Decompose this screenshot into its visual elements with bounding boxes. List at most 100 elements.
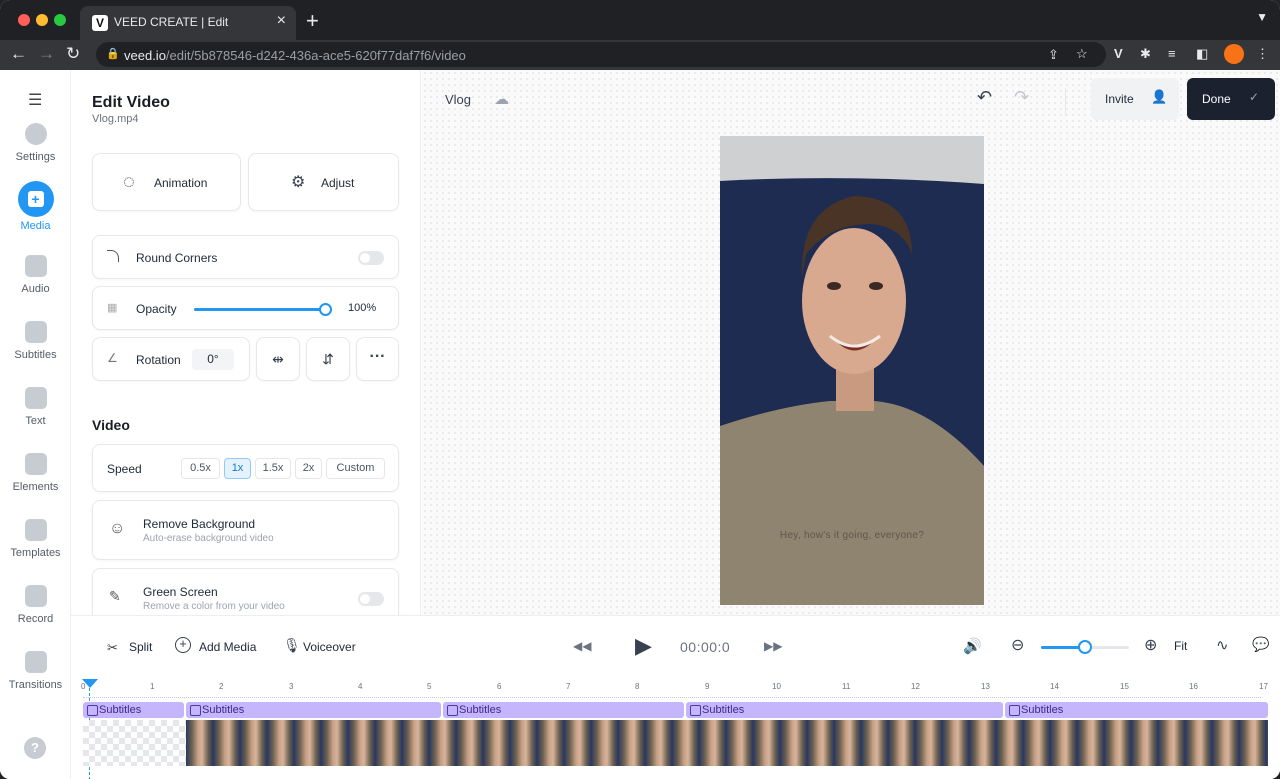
speed-label: Speed xyxy=(107,462,142,476)
color-picker-icon: ✎ xyxy=(109,588,121,604)
play-button[interactable]: ▶ xyxy=(635,633,652,659)
close-window-button[interactable] xyxy=(18,14,30,26)
subtitle-track-clip[interactable]: Subtitles xyxy=(83,702,184,718)
speed-option-2x[interactable]: 2x xyxy=(295,458,322,479)
redo-icon[interactable]: ↷ xyxy=(1014,87,1029,108)
comments-icon[interactable]: 💬 xyxy=(1252,636,1269,653)
rotation-input[interactable]: 0° xyxy=(192,349,234,370)
close-tab-icon[interactable]: × xyxy=(277,12,286,30)
panel-title: Edit Video xyxy=(92,94,170,111)
help-icon[interactable]: ? xyxy=(24,737,46,759)
invite-button[interactable]: Invite 👤 xyxy=(1091,78,1179,120)
opacity-row: ▦ Opacity 100% xyxy=(92,286,399,330)
url-field[interactable]: 🔒 veed.io/edit/5b878546-d242-436a-ace5-6… xyxy=(96,42,1106,67)
zoom-slider-handle[interactable] xyxy=(1078,640,1092,654)
browser-tab[interactable]: V VEED CREATE | Edit × xyxy=(80,6,296,40)
sidebar-item-media[interactable]: + Media xyxy=(0,181,71,232)
flip-vertical-icon: ⇵ xyxy=(322,351,334,367)
speed-option-1-5x[interactable]: 1.5x xyxy=(255,458,291,479)
speed-option-custom[interactable]: Custom xyxy=(326,458,385,479)
speed-option-1x[interactable]: 1x xyxy=(224,458,251,479)
split-button[interactable]: Split xyxy=(129,640,152,654)
forward-arrow-icon[interactable]: → xyxy=(38,44,55,64)
share-icon[interactable]: ⇪ xyxy=(1048,47,1059,63)
ruler-tick: 13 xyxy=(981,682,990,691)
fast-forward-icon[interactable]: ▶▶ xyxy=(764,639,782,653)
sidebar-item-audio[interactable]: Audio xyxy=(0,255,71,295)
record-icon xyxy=(24,585,47,607)
bookmark-star-icon[interactable]: ☆ xyxy=(1076,46,1088,62)
flip-horizontal-button[interactable]: ⇹ xyxy=(256,337,300,381)
sidebar-item-settings[interactable]: Settings xyxy=(0,123,71,163)
done-button[interactable]: Done ✓ xyxy=(1187,78,1275,120)
remove-background-row[interactable]: ☺ Remove Background Auto-erase backgroun… xyxy=(92,500,399,560)
round-corners-toggle[interactable] xyxy=(358,251,384,265)
music-note-icon xyxy=(24,255,47,277)
maximize-window-button[interactable] xyxy=(54,14,66,26)
speed-option-0-5x[interactable]: 0.5x xyxy=(181,458,220,479)
undo-icon[interactable]: ↶ xyxy=(977,87,992,108)
video-preview[interactable]: Hey, how's it going, everyone? xyxy=(720,136,984,605)
playhead[interactable] xyxy=(82,679,98,688)
sidebar-item-label: Record xyxy=(17,613,54,625)
zoom-in-icon[interactable]: ⊕ xyxy=(1144,635,1157,655)
round-corners-icon xyxy=(107,250,119,262)
subtitle-caption[interactable]: Hey, how's it going, everyone? xyxy=(720,530,984,541)
opacity-icon: ▦ xyxy=(107,302,118,314)
speed-row: Speed 0.5x 1x 1.5x 2x Custom xyxy=(92,444,399,492)
add-media-button[interactable]: Add Media xyxy=(199,640,256,654)
ruler-tick: 6 xyxy=(497,682,502,691)
extensions-puzzle-icon[interactable]: ✱ xyxy=(1140,46,1151,62)
project-name[interactable]: Vlog xyxy=(445,92,471,107)
animation-button[interactable]: ◌ Animation xyxy=(92,153,241,211)
sidebar-toggle-icon[interactable]: ◧ xyxy=(1196,46,1208,62)
green-screen-row: ✎ Green Screen Remove a color from your … xyxy=(92,568,399,615)
sidebar-item-record[interactable]: Record xyxy=(0,585,71,625)
sidebar-item-subtitles[interactable]: Subtitles xyxy=(0,321,71,361)
flip-horizontal-icon: ⇹ xyxy=(272,351,284,367)
media-queue-icon[interactable]: ≡ xyxy=(1168,46,1176,61)
subtitle-track-clip[interactable]: Subtitles xyxy=(686,702,1003,718)
timeline-ruler[interactable] xyxy=(83,692,1261,698)
url-host: veed.io xyxy=(124,48,166,63)
gear-icon xyxy=(24,123,47,145)
volume-icon[interactable]: 🔊 xyxy=(963,637,982,655)
back-arrow-icon[interactable]: ← xyxy=(10,44,27,64)
ruler-tick: 16 xyxy=(1189,682,1198,691)
minimize-window-button[interactable] xyxy=(36,14,48,26)
text-icon xyxy=(24,387,47,409)
green-screen-toggle[interactable] xyxy=(358,592,384,606)
video-clip-filmstrip[interactable] xyxy=(186,720,1268,766)
ruler-tick: 11 xyxy=(842,682,851,691)
tab-search-chevron-icon[interactable]: ▼ xyxy=(1256,10,1268,24)
ruler-tick: 8 xyxy=(635,682,640,691)
reload-icon[interactable]: ↻ xyxy=(66,44,80,64)
waveform-icon[interactable]: ∿ xyxy=(1216,636,1229,654)
profile-avatar[interactable] xyxy=(1224,44,1244,64)
subtitle-track-clip[interactable]: Subtitles xyxy=(186,702,441,718)
opacity-slider[interactable] xyxy=(194,303,332,316)
fit-button[interactable]: Fit xyxy=(1174,639,1187,653)
timeline: ✂ Split + Add Media 🎙 Voiceover ◀◀ ▶ 00:… xyxy=(71,615,1280,779)
hamburger-menu-icon[interactable]: ☰ xyxy=(28,90,42,110)
veed-extension-icon[interactable]: V xyxy=(1114,46,1123,61)
adjust-button[interactable]: ⚙ Adjust xyxy=(248,153,399,211)
flip-vertical-button[interactable]: ⇵ xyxy=(306,337,350,381)
sidebar-item-label: Settings xyxy=(15,151,56,163)
sidebar-item-transitions[interactable]: Transitions xyxy=(0,651,71,691)
done-label: Done xyxy=(1202,92,1231,106)
opacity-slider-handle[interactable] xyxy=(319,303,332,316)
browser-menu-icon[interactable]: ⋮ xyxy=(1256,46,1269,62)
new-tab-button[interactable]: + xyxy=(306,8,319,34)
voiceover-button[interactable]: Voiceover xyxy=(303,640,356,654)
sidebar-item-templates[interactable]: Templates xyxy=(0,519,71,559)
rewind-icon[interactable]: ◀◀ xyxy=(573,639,591,653)
sidebar-item-elements[interactable]: Elements xyxy=(0,453,71,493)
more-options-button[interactable]: ··· xyxy=(356,337,399,381)
subtitle-track-clip[interactable]: Subtitles xyxy=(443,702,684,718)
subtitle-track-clip[interactable]: Subtitles xyxy=(1005,702,1268,718)
timeline-zoom-slider[interactable] xyxy=(1041,640,1129,654)
templates-icon xyxy=(24,519,47,541)
sidebar-item-text[interactable]: Text xyxy=(0,387,71,427)
zoom-out-icon[interactable]: ⊖ xyxy=(1011,635,1024,655)
